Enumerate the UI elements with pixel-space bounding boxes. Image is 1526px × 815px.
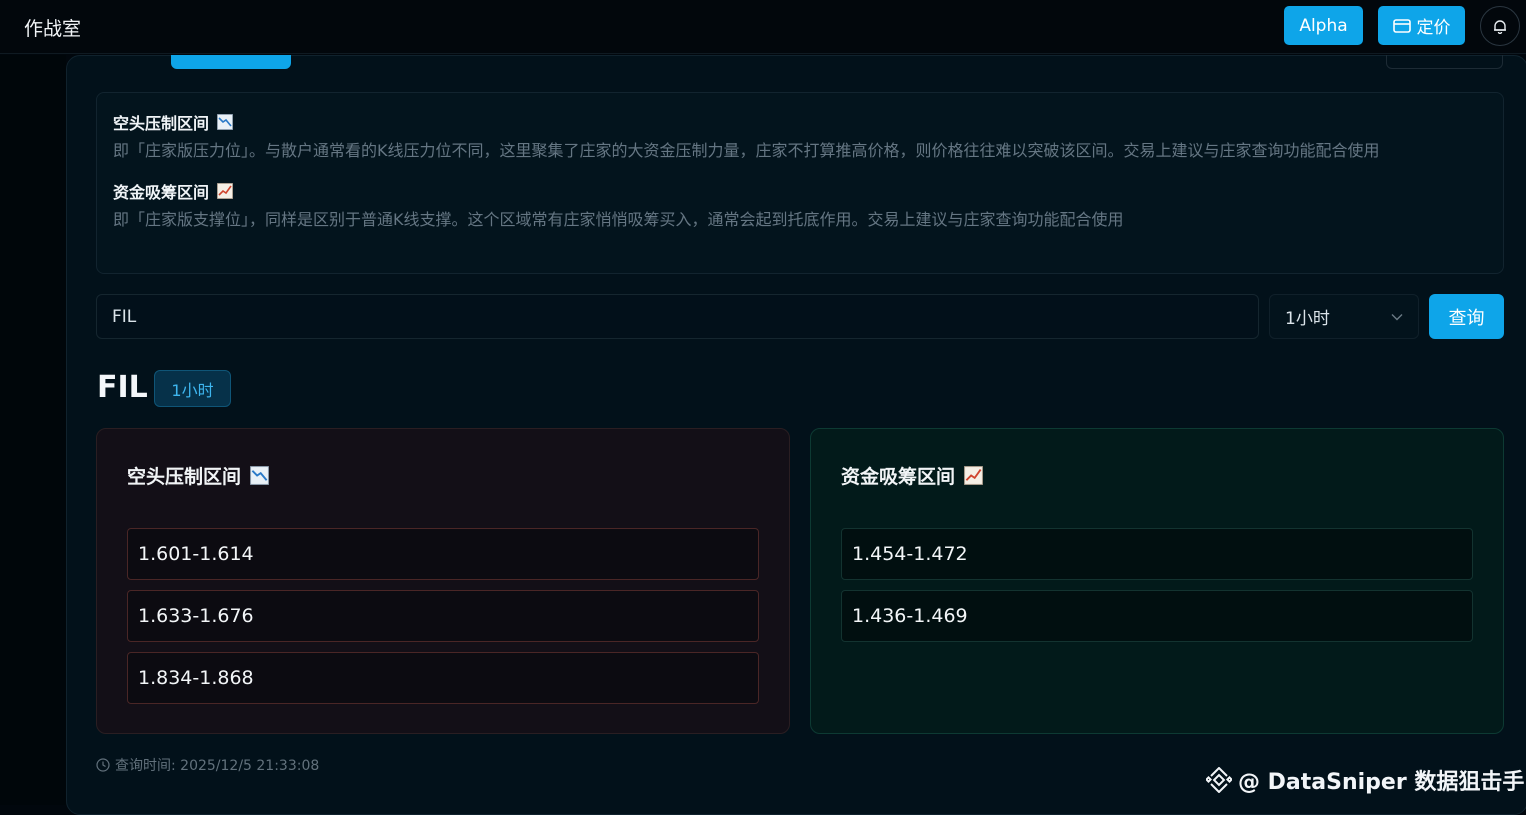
short-zone-item: 1.834-1.868 xyxy=(127,652,759,704)
zone-explanation-card: 空头压制区间 即「庄家版压力位」。与散户通常看的K线压力位不同，这里聚集了庄家的… xyxy=(96,92,1504,274)
scrolled-header-control[interactable] xyxy=(1386,55,1503,69)
result-symbol: FIL xyxy=(97,370,148,405)
chart-decreasing-icon xyxy=(250,465,269,485)
support-title: 资金吸筹区间 xyxy=(113,183,210,202)
watermark: @ DataSniper 数据狙击手 xyxy=(1206,764,1524,796)
long-zone-title: 资金吸筹区间 xyxy=(841,465,956,488)
support-heading: 资金吸筹区间 xyxy=(113,179,1487,203)
card-icon xyxy=(1392,18,1411,33)
clock-icon xyxy=(96,758,110,772)
short-zone-heading: 空头压制区间 xyxy=(127,462,759,488)
pricing-button[interactable]: 定价 xyxy=(1378,6,1465,45)
app-title: 作战室 xyxy=(24,18,82,40)
scrolled-header-pill xyxy=(171,55,291,69)
resistance-title: 空头压制区间 xyxy=(113,114,210,133)
interval-select[interactable]: 1小时 xyxy=(1269,294,1419,339)
long-zone-item: 1.436-1.469 xyxy=(841,590,1473,642)
short-zone-title: 空头压制区间 xyxy=(127,465,242,488)
resistance-description: 即「庄家版压力位」。与散户通常看的K线压力位不同，这里聚集了庄家的大资金压制力量… xyxy=(113,141,1380,160)
support-description: 即「庄家版支撑位」，同样是区别于普通K线支撑。这个区域常有庄家悄悄吸筹买入，通常… xyxy=(113,210,1124,229)
short-zone-item: 1.601-1.614 xyxy=(127,528,759,580)
query-button[interactable]: 查询 xyxy=(1429,294,1504,339)
chart-decreasing-icon xyxy=(217,114,233,130)
long-zone-heading: 资金吸筹区间 xyxy=(841,462,1473,488)
bell-icon xyxy=(1493,19,1507,34)
left-sidebar xyxy=(0,55,66,805)
long-zone-card: 资金吸筹区间 1.454-1.472 1.436-1.469 xyxy=(810,428,1504,734)
short-zone-card: 空头压制区间 1.601-1.614 1.633-1.676 1.834-1.8… xyxy=(96,428,790,734)
alpha-button[interactable]: Alpha xyxy=(1284,6,1363,45)
query-timestamp: 查询时间: 2025/12/5 21:33:08 xyxy=(96,755,319,775)
pricing-label: 定价 xyxy=(1416,18,1451,38)
chart-increasing-icon xyxy=(964,465,983,485)
resistance-heading: 空头压制区间 xyxy=(113,110,1487,134)
short-zone-list: 1.601-1.614 1.633-1.676 1.834-1.868 xyxy=(127,528,759,704)
interval-badge: 1小时 xyxy=(154,370,231,407)
notifications-button[interactable] xyxy=(1480,6,1520,46)
symbol-search-input[interactable]: FIL xyxy=(96,294,1259,339)
short-zone-item: 1.633-1.676 xyxy=(127,590,759,642)
chart-increasing-icon xyxy=(217,183,233,199)
long-zone-item: 1.454-1.472 xyxy=(841,528,1473,580)
binance-logo-icon xyxy=(1206,767,1232,793)
top-bar: 作战室 Alpha 定价 xyxy=(0,0,1526,54)
query-time-text: 查询时间: 2025/12/5 21:33:08 xyxy=(115,758,320,774)
chevron-down-icon xyxy=(1391,313,1403,321)
long-zone-list: 1.454-1.472 1.436-1.469 xyxy=(841,528,1473,642)
interval-selected-value: 1小时 xyxy=(1285,309,1330,329)
watermark-text: @ DataSniper 数据狙击手 xyxy=(1238,770,1525,795)
